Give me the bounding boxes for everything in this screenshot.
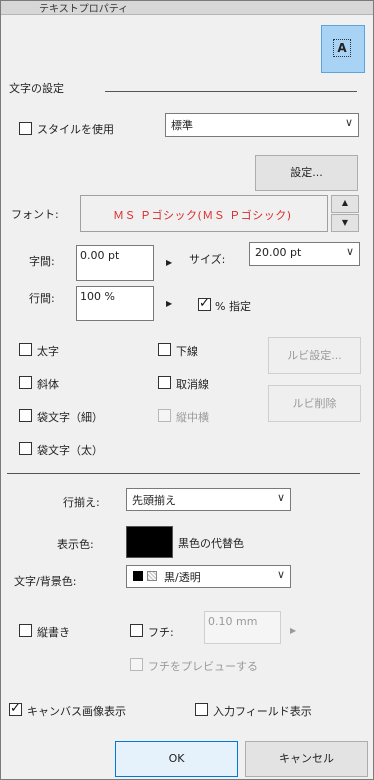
- chevron-down-icon: ∨: [344, 116, 353, 129]
- alignment-value: 先頭揃え: [132, 494, 176, 507]
- ruby-settings-button[interactable]: ルビ設定...: [268, 337, 361, 374]
- percent-label: % 指定: [215, 300, 251, 313]
- cancel-button[interactable]: キャンセル: [245, 741, 368, 777]
- line-spacing-label: 行間:: [29, 292, 55, 305]
- input-field-display-checkbox[interactable]: [195, 703, 208, 716]
- vertical-writing-label: 縦書き: [37, 626, 70, 639]
- canvas-image-display-checkbox[interactable]: [9, 701, 22, 716]
- divider: [7, 473, 360, 474]
- font-name: ＭＳ Ｐゴシック(ＭＳ Ｐゴシック): [113, 209, 292, 222]
- font-prev-button[interactable]: ▲: [331, 195, 359, 213]
- transparent-swatch-icon: [147, 571, 157, 581]
- ruby-delete-button[interactable]: ルビ削除: [268, 385, 361, 422]
- char-spacing-arrow-icon[interactable]: ▶: [166, 258, 172, 267]
- border-preview-label: フチをプレビューする: [148, 660, 258, 673]
- title-bar: テキストプロパティ: [1, 1, 373, 15]
- char-spacing-label: 字間:: [29, 255, 55, 268]
- char-spacing-input[interactable]: 0.00 pt: [76, 245, 154, 281]
- underline-checkbox[interactable]: [158, 343, 171, 356]
- settings-button[interactable]: 設定...: [255, 155, 358, 191]
- font-next-button[interactable]: ▼: [331, 214, 359, 232]
- line-spacing-value: 100 %: [80, 290, 115, 303]
- italic-label: 斜体: [37, 378, 59, 391]
- text-frame-icon-button[interactable]: A: [321, 25, 365, 73]
- alignment-label: 行揃え:: [63, 496, 100, 509]
- display-color-swatch[interactable]: [126, 526, 173, 558]
- chevron-down-icon: ∨: [345, 245, 354, 258]
- tate-chu-yoko-checkbox[interactable]: [158, 409, 171, 422]
- chevron-down-icon: ∨: [276, 568, 285, 581]
- canvas-image-display-label: キャンバス画像表示: [27, 705, 126, 718]
- underline-label: 下線: [176, 345, 198, 358]
- use-style-label: スタイルを使用: [37, 123, 114, 136]
- font-label: フォント:: [11, 208, 59, 221]
- line-spacing-input[interactable]: 100 %: [76, 286, 154, 321]
- font-display[interactable]: ＭＳ Ｐゴシック(ＭＳ Ｐゴシック): [80, 195, 328, 232]
- window-title: テキストプロパティ: [39, 4, 129, 15]
- strikethrough-checkbox[interactable]: [158, 376, 171, 389]
- char-spacing-value: 0.00 pt: [80, 249, 120, 262]
- bold-label: 太字: [37, 345, 59, 358]
- strikethrough-label: 取消線: [176, 378, 209, 391]
- chevron-down-icon: ∨: [276, 491, 285, 504]
- italic-checkbox[interactable]: [19, 376, 32, 389]
- outline-thick-checkbox[interactable]: [19, 442, 32, 455]
- use-style-checkbox[interactable]: [19, 122, 32, 135]
- outline-thin-checkbox[interactable]: [19, 409, 32, 422]
- bold-checkbox[interactable]: [19, 343, 32, 356]
- outline-thick-label: 袋文字（太）: [37, 444, 103, 457]
- border-width-arrow-icon[interactable]: ▶: [290, 626, 296, 635]
- text-bg-color-select[interactable]: 黒/透明 ∨: [126, 565, 291, 588]
- size-label: サイズ:: [189, 253, 226, 266]
- border-checkbox[interactable]: [130, 624, 143, 637]
- border-label: フチ:: [148, 626, 174, 639]
- outline-thin-label: 袋文字（細）: [37, 411, 103, 424]
- text-properties-dialog: テキストプロパティ A 文字の設定 スタイルを使用 標準 ∨ 設定... フォン…: [0, 0, 374, 780]
- black-swatch-icon: [133, 571, 143, 581]
- section-title-char-settings: 文字の設定: [9, 82, 64, 95]
- section-divider: [105, 91, 357, 92]
- style-select-value: 標準: [171, 119, 193, 132]
- display-color-label: 表示色:: [57, 538, 94, 551]
- border-width-value: 0.10 mm: [208, 615, 258, 628]
- text-frame-icon: A: [333, 39, 351, 57]
- ok-button[interactable]: OK: [115, 741, 238, 777]
- text-bg-color-value: 黒/透明: [164, 571, 201, 584]
- percent-checkbox[interactable]: [198, 296, 211, 311]
- tate-chu-yoko-label: 縦中横: [176, 411, 209, 424]
- alignment-select[interactable]: 先頭揃え ∨: [126, 488, 291, 511]
- substitute-color-label: 黒色の代替色: [178, 537, 244, 550]
- line-spacing-arrow-icon[interactable]: ▶: [166, 299, 172, 308]
- text-bg-color-label: 文字/背景色:: [14, 575, 77, 588]
- border-width-input[interactable]: 0.10 mm: [204, 611, 281, 644]
- input-field-display-label: 入力フィールド表示: [213, 705, 312, 718]
- size-value: 20.00 pt: [255, 246, 302, 259]
- size-select[interactable]: 20.00 pt ∨: [249, 242, 360, 266]
- border-preview-checkbox[interactable]: [130, 658, 143, 671]
- vertical-writing-checkbox[interactable]: [19, 624, 32, 637]
- style-select[interactable]: 標準 ∨: [165, 113, 359, 137]
